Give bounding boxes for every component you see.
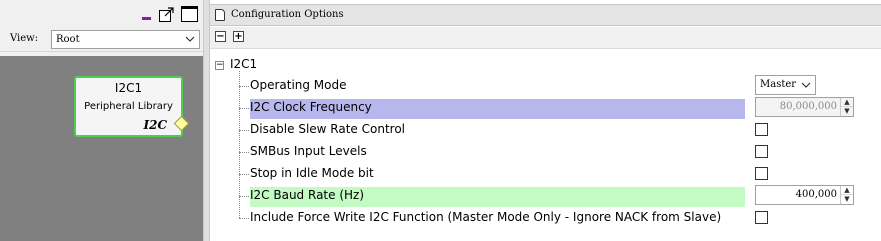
spinner-buttons[interactable]: ▲ ▼ [840, 186, 853, 204]
maximize-icon[interactable] [181, 6, 198, 22]
component-subtitle: Peripheral Library [84, 101, 173, 112]
tree-root-label[interactable]: I2C1 [230, 57, 257, 71]
option-smbus-input-levels: SMBus Input Levels [210, 141, 881, 163]
option-label: I2C Baud Rate (Hz) [250, 187, 745, 207]
option-label: Stop in Idle Mode bit [250, 166, 374, 180]
option-i2c-baud-rate: I2C Baud Rate (Hz) 400,000 ▲ ▼ [210, 185, 881, 207]
project-graph-panel: View: Root I2C1 Peripheral Library I2C [0, 0, 203, 241]
option-label: SMBus Input Levels [250, 144, 367, 158]
option-disable-slew-rate-control: Disable Slew Rate Control [210, 119, 881, 141]
tree-branch-line [239, 130, 249, 131]
expand-all-button[interactable]: + [233, 31, 244, 42]
tree-branch-line [239, 108, 249, 109]
component-canvas[interactable]: I2C1 Peripheral Library I2C [0, 56, 203, 241]
view-label: View: [10, 33, 39, 44]
clock-frequency-spinner: 80,000,000 ▲ ▼ [755, 97, 854, 117]
chevron-down-icon [185, 36, 195, 42]
operating-mode-select[interactable]: Master [755, 75, 816, 95]
force-write-checkbox[interactable] [755, 211, 768, 224]
option-i2c-clock-frequency: I2C Clock Frequency 80,000,000 ▲ ▼ [210, 97, 881, 119]
tree-branch-line [239, 196, 249, 197]
baud-rate-value[interactable]: 400,000 [796, 189, 837, 200]
panel-splitter[interactable] [203, 0, 210, 241]
option-label: I2C Clock Frequency [250, 99, 745, 119]
chevron-down-icon [801, 82, 811, 88]
slew-rate-checkbox[interactable] [755, 123, 768, 136]
spin-up-icon: ▲ [841, 98, 853, 107]
baud-rate-spinner[interactable]: 400,000 ▲ ▼ [755, 185, 854, 205]
panel-title: Configuration Options [231, 9, 344, 20]
document-icon [215, 9, 225, 21]
tree-branch-line [239, 152, 249, 153]
operating-mode-value: Master [760, 79, 797, 90]
spin-down-icon: ▼ [844, 107, 850, 115]
spin-down-icon[interactable]: ▼ [841, 195, 853, 204]
component-title: I2C1 [114, 81, 143, 95]
minimize-icon[interactable] [142, 17, 151, 20]
panel-header: Configuration Options [210, 4, 881, 26]
clock-frequency-value: 80,000,000 [779, 101, 837, 112]
panel-toolbar [0, 0, 203, 28]
view-selector-row: View: Root [0, 28, 203, 52]
tree-branch-line [239, 218, 249, 219]
smbus-checkbox[interactable] [755, 145, 768, 158]
tree-branch-line [239, 174, 249, 175]
i2c1-component-node[interactable]: I2C1 Peripheral Library I2C [74, 76, 183, 137]
view-select[interactable]: Root [51, 30, 200, 49]
stop-in-idle-checkbox[interactable] [755, 167, 768, 180]
collapse-all-button[interactable]: − [215, 31, 226, 42]
tree-branch-line [239, 86, 249, 87]
spin-up-icon[interactable]: ▲ [841, 186, 853, 195]
float-window-icon[interactable] [159, 7, 176, 22]
option-label: Disable Slew Rate Control [250, 122, 405, 136]
option-label: Include Force Write I2C Function (Master… [250, 210, 722, 224]
option-label: Operating Mode [250, 78, 347, 92]
tree-toolbar: − + [210, 27, 881, 49]
view-select-value: Root [56, 34, 80, 45]
configuration-options-panel: Configuration Options − + − I2C1 Operati… [210, 0, 881, 241]
option-stop-in-idle-mode: Stop in Idle Mode bit [210, 163, 881, 185]
spinner-buttons: ▲ ▼ [840, 98, 853, 116]
option-include-force-write: Include Force Write I2C Function (Master… [210, 207, 881, 229]
component-tag: I2C [143, 118, 167, 132]
tree-collapse-toggle[interactable]: − [215, 61, 224, 70]
option-operating-mode: Operating Mode Master [210, 75, 881, 97]
